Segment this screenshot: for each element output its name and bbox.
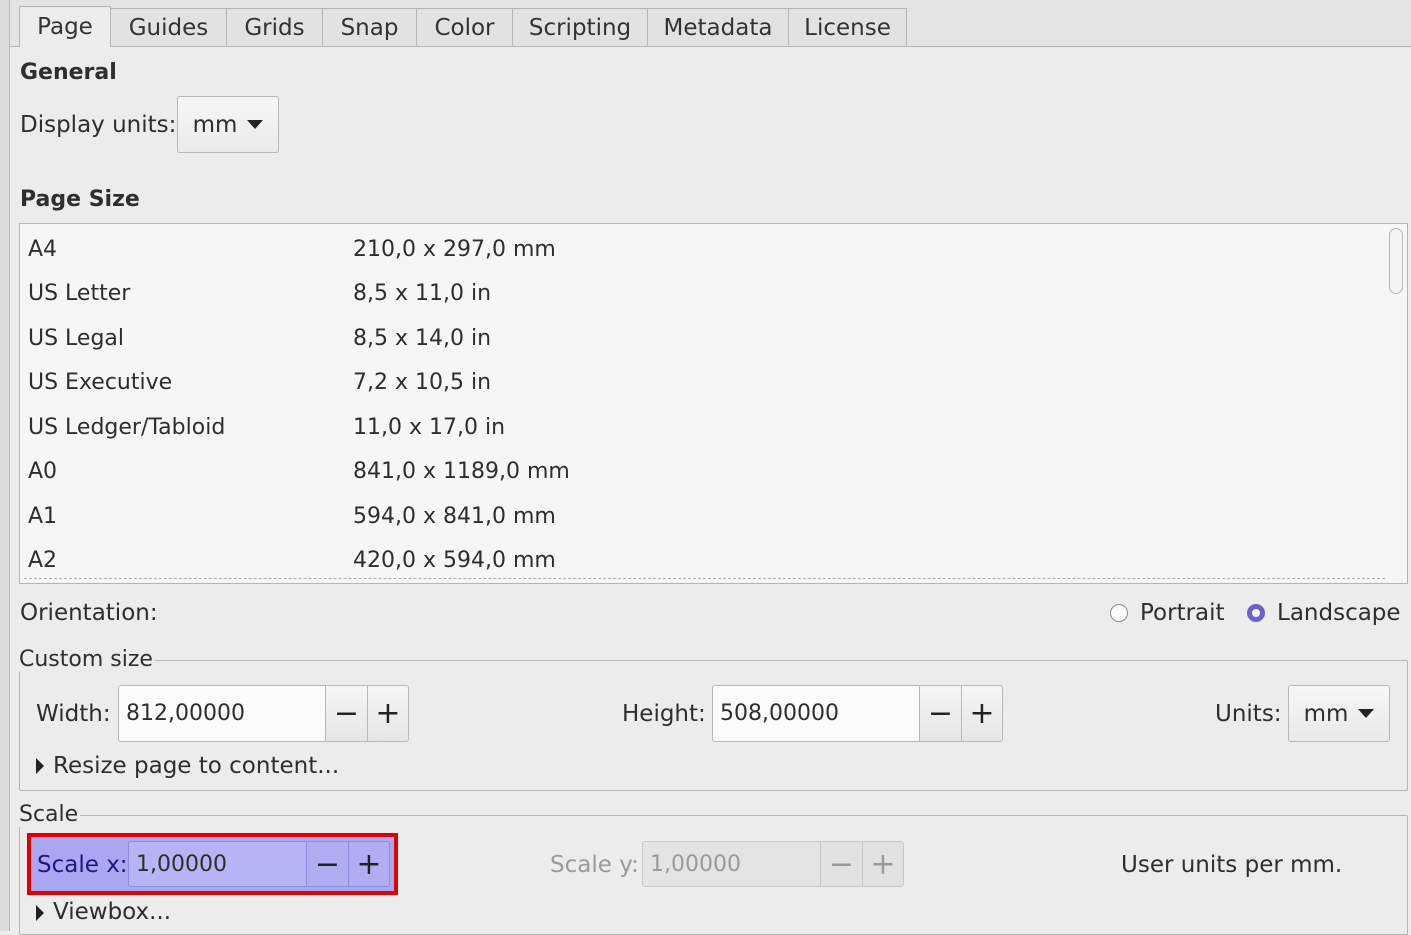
width-decrement-button[interactable]: − bbox=[325, 685, 368, 742]
scale-y-decrement-button[interactable]: − bbox=[820, 841, 863, 887]
list-item[interactable]: US Letter 8,5 x 11,0 in bbox=[28, 271, 491, 315]
scale-y-label: Scale y: bbox=[550, 852, 639, 878]
page-size-name: A2 bbox=[28, 547, 58, 573]
list-item[interactable]: A4 210,0 x 297,0 mm bbox=[28, 227, 556, 271]
landscape-radio[interactable] bbox=[1247, 604, 1265, 622]
chevron-down-icon bbox=[1358, 709, 1375, 718]
plus-icon: + bbox=[969, 696, 995, 731]
page-size-name: A4 bbox=[28, 236, 58, 262]
plus-icon: + bbox=[356, 846, 382, 882]
height-label: Height: bbox=[622, 701, 706, 727]
scale-x-increment-button[interactable]: + bbox=[348, 841, 390, 887]
page-size-name: US Letter bbox=[28, 280, 131, 306]
expander-arrow-icon[interactable] bbox=[36, 758, 44, 774]
custom-size-legend: Custom size bbox=[19, 647, 155, 672]
landscape-label[interactable]: Landscape bbox=[1277, 600, 1401, 626]
page-size-scrollbar[interactable] bbox=[1389, 228, 1403, 294]
tab-license[interactable]: License bbox=[788, 8, 907, 46]
display-units-label: Display units: bbox=[20, 112, 177, 138]
minus-icon: − bbox=[828, 846, 855, 882]
tab-scripting[interactable]: Scripting bbox=[512, 8, 648, 46]
general-heading: General bbox=[20, 60, 117, 85]
scale-y-increment-button[interactable]: + bbox=[862, 841, 904, 887]
list-item[interactable]: US Ledger/Tabloid 11,0 x 17,0 in bbox=[28, 405, 505, 449]
page-size-name: A0 bbox=[28, 458, 58, 484]
scale-legend: Scale bbox=[19, 802, 81, 827]
list-item[interactable]: A1 594,0 x 841,0 mm bbox=[28, 494, 556, 538]
list-item[interactable]: A2 420,0 x 594,0 mm bbox=[28, 538, 556, 582]
chevron-down-icon bbox=[247, 120, 264, 129]
height-increment-button[interactable]: + bbox=[961, 685, 1003, 742]
page-size-dimensions: 11,0 x 17,0 in bbox=[353, 414, 506, 440]
width-label: Width: bbox=[36, 701, 111, 727]
page-size-dimensions: 8,5 x 11,0 in bbox=[353, 280, 492, 306]
display-units-value: mm bbox=[192, 111, 238, 138]
minus-icon: − bbox=[333, 696, 360, 731]
viewbox-expander[interactable]: Viewbox... bbox=[53, 899, 171, 925]
page-size-name: US Ledger/Tabloid bbox=[28, 414, 226, 440]
page-size-dimensions: 841,0 x 1189,0 mm bbox=[353, 458, 570, 484]
tab-page[interactable]: Page bbox=[19, 6, 111, 47]
tab-grids[interactable]: Grids bbox=[226, 8, 323, 46]
left-edge bbox=[0, 0, 10, 931]
scale-y-input[interactable]: 1,00000 bbox=[642, 841, 821, 887]
scale-x-decrement-button[interactable]: − bbox=[306, 841, 349, 887]
scale-x-input[interactable]: 1,00000 bbox=[128, 841, 307, 887]
width-increment-button[interactable]: + bbox=[367, 685, 409, 742]
expander-arrow-icon[interactable] bbox=[36, 905, 44, 921]
plus-icon: + bbox=[375, 696, 401, 731]
units-label: Units: bbox=[1215, 701, 1282, 727]
orientation-label: Orientation: bbox=[20, 600, 158, 626]
page-size-dimensions: 420,0 x 594,0 mm bbox=[353, 547, 556, 573]
units-value: mm bbox=[1303, 700, 1349, 727]
list-item[interactable]: A0 841,0 x 1189,0 mm bbox=[28, 449, 570, 493]
page-size-heading: Page Size bbox=[20, 187, 140, 212]
tab-snap[interactable]: Snap bbox=[322, 8, 417, 46]
minus-icon: − bbox=[314, 846, 341, 882]
page-size-dimensions: 7,2 x 10,5 in bbox=[353, 369, 492, 395]
height-decrement-button[interactable]: − bbox=[919, 685, 962, 742]
tab-metadata[interactable]: Metadata bbox=[647, 8, 789, 46]
list-item[interactable]: US Legal 8,5 x 14,0 in bbox=[28, 316, 491, 360]
page-size-name: A1 bbox=[28, 503, 58, 529]
plus-icon: + bbox=[870, 846, 896, 882]
tab-color[interactable]: Color bbox=[416, 8, 513, 46]
tab-guides[interactable]: Guides bbox=[110, 8, 227, 46]
list-bottom-divider bbox=[24, 578, 1385, 579]
page-size-dimensions: 594,0 x 841,0 mm bbox=[353, 503, 556, 529]
units-dropdown[interactable]: mm bbox=[1288, 685, 1390, 742]
minus-icon: − bbox=[927, 696, 954, 731]
resize-to-content-expander[interactable]: Resize page to content... bbox=[53, 753, 339, 779]
user-units-text: User units per mm. bbox=[1121, 852, 1343, 878]
scale-x-label: Scale x: bbox=[37, 852, 128, 878]
page-size-name: US Legal bbox=[28, 325, 125, 351]
list-item[interactable]: US Executive 7,2 x 10,5 in bbox=[28, 360, 491, 404]
page-size-name: US Executive bbox=[28, 369, 173, 395]
display-units-dropdown[interactable]: mm bbox=[177, 96, 279, 153]
tab-bar: Page Guides Grids Snap Color Scripting M… bbox=[10, 0, 1411, 47]
page-size-list[interactable]: A4 210,0 x 297,0 mm US Letter 8,5 x 11,0 i… bbox=[19, 223, 1408, 584]
page-size-dimensions: 8,5 x 14,0 in bbox=[353, 325, 492, 351]
height-input[interactable]: 508,00000 bbox=[712, 685, 920, 742]
portrait-label[interactable]: Portrait bbox=[1140, 600, 1225, 626]
portrait-radio[interactable] bbox=[1110, 604, 1128, 622]
width-input[interactable]: 812,00000 bbox=[118, 685, 326, 742]
page-size-dimensions: 210,0 x 297,0 mm bbox=[353, 236, 556, 262]
